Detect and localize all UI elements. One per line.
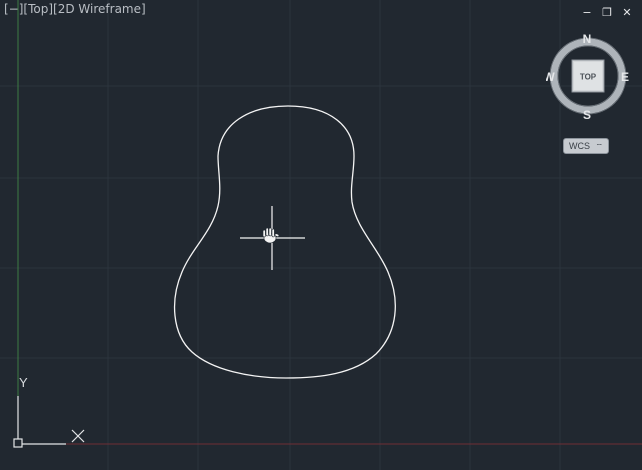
- chevron-down-icon: ⌔: [595, 142, 604, 151]
- drawing-viewport[interactable]: Y [−][Top][2D Wireframe] − ❐ ✕ TOP N S W…: [0, 0, 642, 470]
- restore-icon[interactable]: ❐: [600, 6, 614, 20]
- viewcube[interactable]: TOP N S W E: [546, 32, 630, 120]
- compass-west[interactable]: W: [546, 70, 555, 84]
- compass-east[interactable]: E: [621, 70, 629, 84]
- ucs-icon[interactable]: [13, 396, 85, 448]
- view-menu[interactable]: [Top]: [23, 2, 53, 16]
- window-controls: − ❐ ✕: [580, 6, 634, 20]
- pear-shape-outline[interactable]: [173, 105, 396, 379]
- pan-hand-icon: [262, 227, 280, 244]
- viewcube-face-label: TOP: [580, 73, 597, 82]
- compass-south[interactable]: S: [583, 108, 591, 120]
- close-icon[interactable]: ✕: [620, 6, 634, 20]
- wcs-menu-button[interactable]: WCS ⌔: [563, 138, 609, 154]
- compass-north[interactable]: N: [583, 32, 592, 46]
- viewport-label: [−][Top][2D Wireframe]: [4, 2, 146, 16]
- ucs-y-label: Y: [19, 375, 28, 390]
- visual-style-menu[interactable]: [2D Wireframe]: [53, 2, 146, 16]
- minimize-icon[interactable]: −: [580, 6, 594, 20]
- wcs-label: WCS: [568, 141, 590, 151]
- viewport-controls-menu[interactable]: [−]: [4, 2, 23, 16]
